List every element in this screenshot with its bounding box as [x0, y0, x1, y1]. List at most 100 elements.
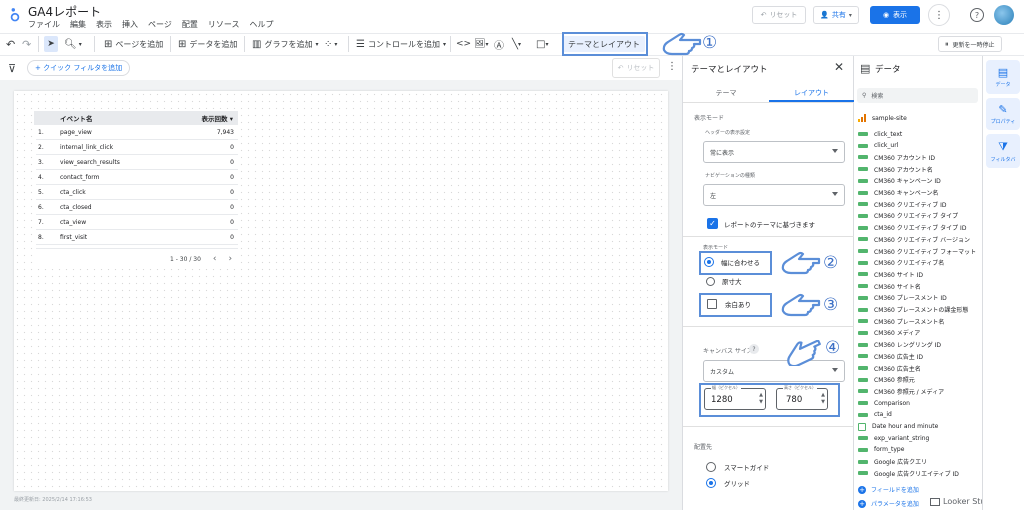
view-button[interactable]: ◉ 表示	[870, 6, 920, 24]
header-views[interactable]: 表示回数 ▾	[201, 113, 233, 123]
side-tab-filter[interactable]: ⧩ フィルタバ	[986, 134, 1020, 168]
select-cursor-icon[interactable]: ➤	[44, 36, 58, 52]
field-item[interactable]: CM360 アカウント ID	[858, 151, 935, 163]
field-item[interactable]: CM360 プレースメントの課金形態	[858, 304, 968, 316]
looker-logo-icon[interactable]	[8, 6, 22, 24]
header-display-select[interactable]: 常に表示	[703, 141, 845, 163]
menu-view[interactable]: 表示	[96, 19, 112, 30]
pause-icon: ⏸	[945, 39, 949, 48]
field-item[interactable]: Comparison	[858, 397, 910, 409]
community-viz-icon[interactable]: ⁘ ▾	[324, 36, 337, 52]
add-data-button[interactable]: ⊞ データを追加	[178, 36, 237, 52]
image-icon[interactable]: 🖼︎ ▾	[474, 36, 488, 52]
table-row[interactable]: 5. cta_click 0	[36, 185, 238, 200]
menu-edit[interactable]: 編集	[70, 19, 86, 30]
field-item[interactable]: Google 広告クリエイティブ ID	[858, 467, 959, 479]
grid-radio[interactable]: グリッド	[706, 478, 750, 488]
field-item[interactable]: CM360 参照元 / メディア	[858, 385, 944, 397]
close-icon[interactable]: ✕	[834, 60, 844, 74]
side-tab-data[interactable]: ▤ データ	[986, 60, 1020, 94]
next-page-icon[interactable]: ›	[229, 254, 233, 264]
reset-button[interactable]: ↶ リセット	[752, 6, 806, 24]
theme-based-checkbox[interactable]: ✓	[707, 218, 718, 229]
field-item[interactable]: CM360 サイト名	[858, 280, 921, 292]
actual-size-radio[interactable]: 原寸大	[706, 276, 742, 286]
filter-reset-button[interactable]: ↶ リセット	[612, 58, 660, 78]
zoom-icon[interactable]: 🔍︎ ▾	[64, 36, 82, 52]
canvas-size-help-icon[interactable]: ?	[749, 344, 759, 354]
table-row[interactable]: 8. first_visit 0	[36, 230, 238, 245]
shape-icon[interactable]: □ ▾	[536, 36, 548, 52]
tab-theme[interactable]: テーマ	[683, 85, 769, 101]
add-field-link[interactable]: + フィールドを追加	[858, 485, 919, 494]
dimension-icon	[858, 225, 868, 230]
field-item[interactable]: CM360 広告主 ID	[858, 350, 923, 362]
field-item[interactable]: CM360 キャンペーン名	[858, 187, 938, 199]
add-chart-button[interactable]: ▥ グラフを追加 ▾	[252, 36, 318, 52]
field-item[interactable]: CM360 メディア	[858, 327, 920, 339]
field-item[interactable]: Date hour and minute	[858, 421, 938, 433]
share-button[interactable]: 👤 共有 ▾	[813, 6, 859, 24]
menu-help[interactable]: ヘルプ	[249, 19, 273, 30]
redo-icon[interactable]: ↷	[22, 36, 31, 52]
field-item[interactable]: CM360 クリエイティブ タイプ ID	[858, 222, 966, 234]
avatar[interactable]	[994, 5, 1014, 25]
quick-filter-button[interactable]: + クイック フィルタを追加	[27, 60, 131, 76]
add-page-button[interactable]: ⊞ ページを追加	[104, 36, 163, 52]
prev-page-icon[interactable]: ‹	[213, 254, 217, 264]
menu-arrange[interactable]: 配置	[182, 19, 198, 30]
field-item[interactable]: CM360 プレースメント名	[858, 315, 944, 327]
data-source-row[interactable]: sample-site	[858, 114, 907, 122]
field-item[interactable]: CM360 参照元	[858, 374, 915, 386]
menu-file[interactable]: ファイル	[28, 19, 60, 30]
chevron-down-icon[interactable]: ▾	[849, 12, 852, 19]
field-item[interactable]: click_text	[858, 128, 902, 140]
report-title[interactable]: GA4レポート	[28, 3, 101, 20]
field-item[interactable]: cta_id	[858, 409, 892, 421]
table-row[interactable]: 2. internal_link_click 0	[36, 140, 238, 155]
field-item[interactable]: form_type	[858, 444, 904, 456]
field-item[interactable]: CM360 クリエイティブ名	[858, 257, 944, 269]
table-row[interactable]: 7. cta_view 0	[36, 215, 238, 230]
field-item[interactable]: CM360 キャンペーン ID	[858, 175, 941, 187]
tab-layout[interactable]: レイアウト	[769, 85, 854, 101]
field-item[interactable]: CM360 クリエイティブ ID	[858, 198, 947, 210]
radio-actual-size[interactable]	[706, 276, 715, 286]
table-row[interactable]: 3. view_search_results 0	[36, 155, 238, 170]
field-item[interactable]: CM360 広告主名	[858, 362, 921, 374]
field-item[interactable]: CM360 クリエイティブ バージョン	[858, 233, 970, 245]
line-icon[interactable]: ╲ ▾	[512, 36, 521, 52]
header-event-name[interactable]: イベント名	[60, 113, 201, 123]
help-icon[interactable]: ?	[970, 8, 984, 22]
menu-insert[interactable]: 挿入	[122, 19, 138, 30]
field-item[interactable]: CM360 クリエイティブ フォーマット	[858, 245, 976, 257]
radio-smart-guide[interactable]	[706, 462, 716, 472]
more-options-icon[interactable]: ⋮	[928, 4, 950, 26]
field-item[interactable]: CM360 アカウント名	[858, 163, 933, 175]
field-item[interactable]: CM360 レングリング ID	[858, 339, 941, 351]
radio-grid[interactable]	[706, 478, 716, 488]
field-item[interactable]: click_url	[858, 140, 898, 152]
side-tab-properties[interactable]: ✎ プロパティ	[986, 98, 1020, 130]
menu-page[interactable]: ページ	[148, 19, 172, 30]
filter-icon[interactable]: ⊽	[8, 62, 16, 75]
field-item[interactable]: CM360 クリエイティブ タイプ	[858, 210, 958, 222]
text-icon[interactable]: Ⓐ	[494, 36, 504, 52]
add-control-button[interactable]: ☰ コントロールを追加 ▾	[356, 36, 446, 52]
embed-code-icon[interactable]: <>	[456, 36, 471, 52]
nav-type-select[interactable]: 左	[703, 184, 845, 206]
field-item[interactable]: Google 広告クエリ	[858, 456, 927, 468]
field-item[interactable]: CM360 プレースメント ID	[858, 292, 947, 304]
data-search-input[interactable]: ⚲ 検索	[857, 88, 978, 103]
table-row[interactable]: 1. page_view 7,943	[36, 125, 238, 140]
add-param-link[interactable]: + パラメータを追加	[858, 499, 919, 508]
more-vert-icon[interactable]: ⋮	[667, 61, 677, 72]
table-row[interactable]: 6. cta_closed 0	[36, 200, 238, 215]
menu-resource[interactable]: リソース	[208, 19, 240, 30]
undo-icon[interactable]: ↶	[6, 36, 15, 52]
smart-guide-radio[interactable]: スマートガイド	[706, 462, 769, 472]
pause-update-button[interactable]: ⏸ 更新を一時停止	[938, 36, 1002, 52]
field-item[interactable]: exp_variant_string	[858, 432, 929, 444]
table-row[interactable]: 4. contact_form 0	[36, 170, 238, 185]
field-item[interactable]: CM360 サイト ID	[858, 268, 923, 280]
